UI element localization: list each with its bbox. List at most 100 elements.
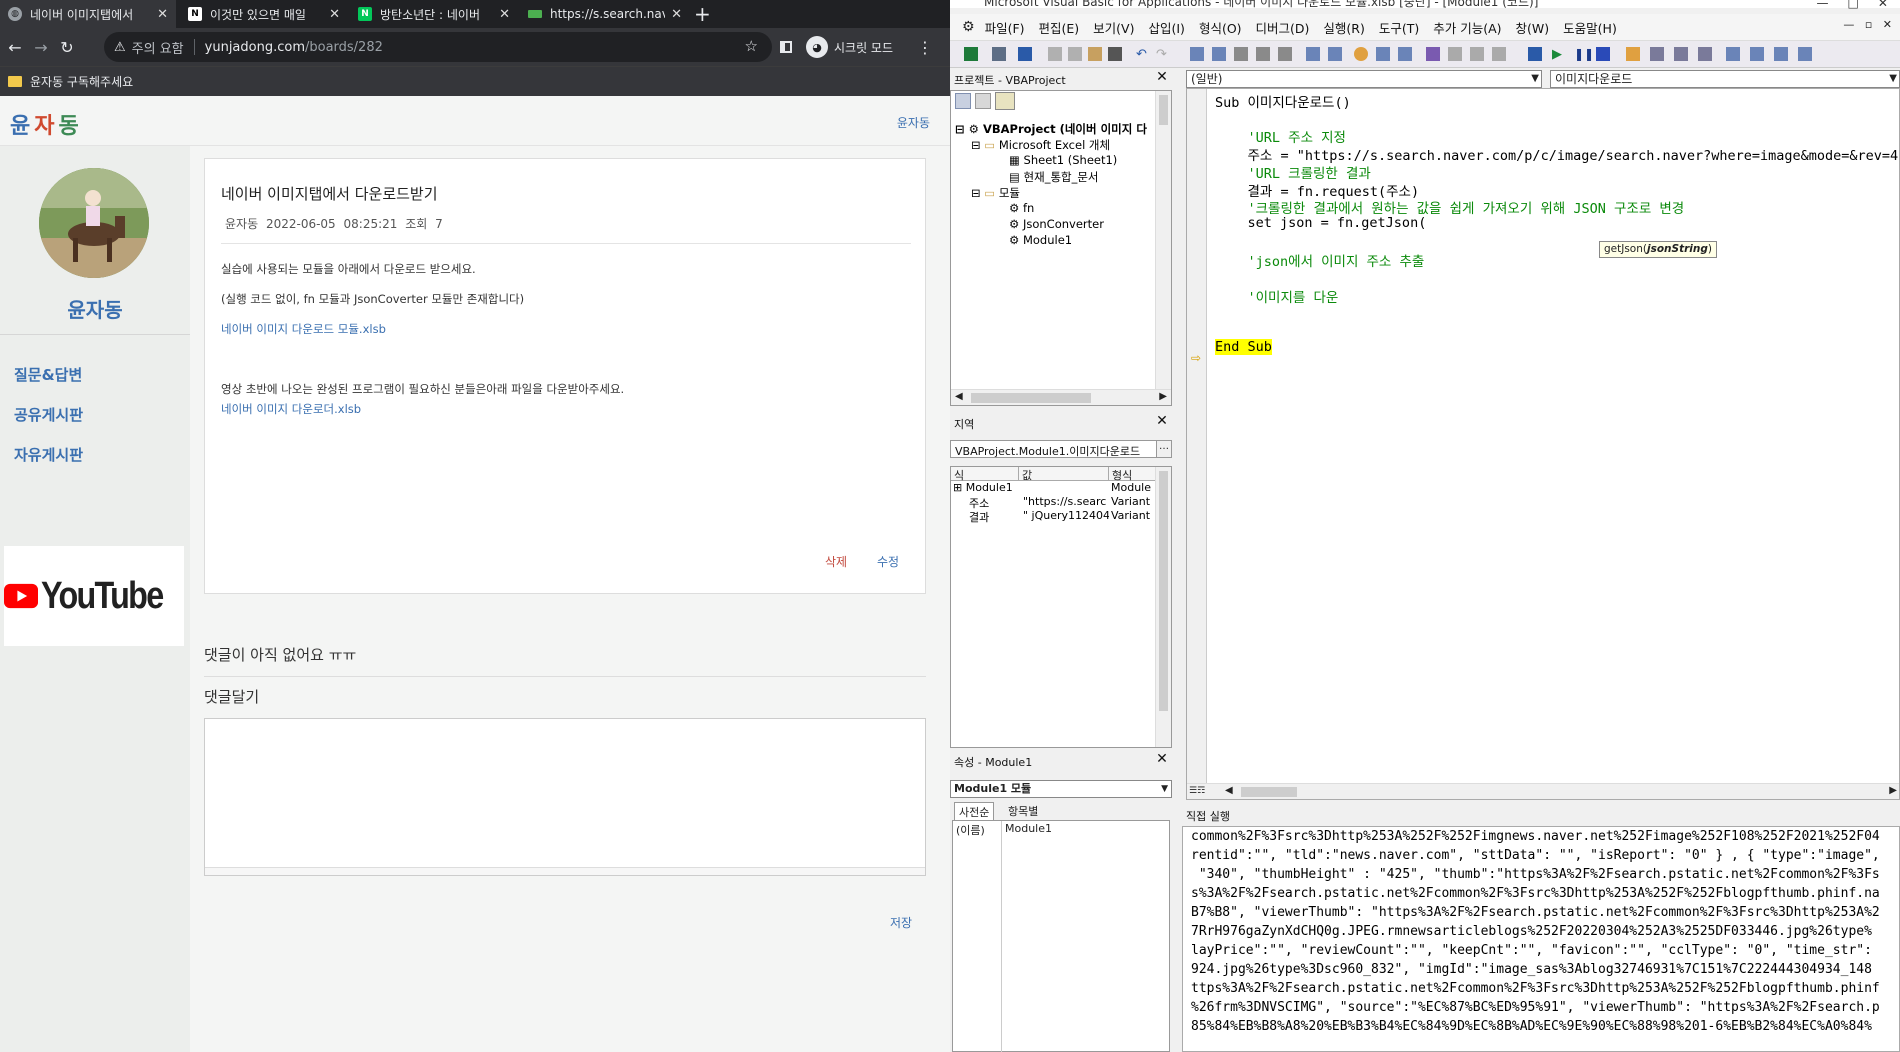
window-controls[interactable]: — □ ✕: [1816, 0, 1888, 10]
vertical-scrollbar[interactable]: [1155, 467, 1171, 747]
scroll-left-icon[interactable]: ◀: [955, 391, 963, 402]
watch-window-icon[interactable]: [1774, 47, 1788, 61]
child-window-controls[interactable]: — ▫ ✕: [1843, 18, 1892, 31]
comment-textarea[interactable]: [204, 718, 926, 876]
sidebar-item-share[interactable]: 공유게시판: [14, 404, 83, 425]
outdent-icon[interactable]: [1212, 47, 1226, 61]
sidebar-item-free[interactable]: 자유게시판: [14, 444, 83, 465]
project-explorer-icon[interactable]: [1698, 47, 1712, 61]
menu-format[interactable]: 형식(O): [1199, 18, 1242, 37]
close-icon[interactable]: ✕: [329, 7, 340, 22]
delete-button[interactable]: 삭제: [825, 553, 847, 570]
stop-icon[interactable]: [1596, 47, 1610, 61]
menu-icon[interactable]: ⋮: [917, 38, 933, 57]
tree-module-fn[interactable]: ⚙ fn: [1009, 201, 1034, 215]
new-tab-icon[interactable]: +: [694, 2, 711, 26]
call-stack-button[interactable]: …: [1156, 440, 1172, 458]
close-icon[interactable]: ✕: [1154, 414, 1170, 430]
menu-insert[interactable]: 삽입(I): [1148, 18, 1184, 37]
scroll-thumb[interactable]: [971, 393, 1091, 403]
menu-run[interactable]: 실행(R): [1323, 18, 1364, 37]
step-over-icon[interactable]: [1398, 47, 1412, 61]
code-editor[interactable]: ⇨ Sub 이미지다운로드() 'URL 주소 지정 주소 = "https:/…: [1186, 88, 1900, 800]
sidebar-item-qna[interactable]: 질문&답변: [14, 364, 82, 385]
reload-icon[interactable]: ↻: [54, 38, 80, 57]
edit-button[interactable]: 수정: [877, 553, 899, 570]
menu-view[interactable]: 보기(V): [1093, 18, 1134, 37]
toolbox-icon[interactable]: [1650, 47, 1664, 61]
menu-edit[interactable]: 편집(E): [1039, 18, 1080, 37]
horizontal-scrollbar[interactable]: ◀ ▶: [951, 389, 1171, 405]
procedure-combo[interactable]: 이미지다운로드 ▼: [1550, 70, 1900, 88]
scroll-thumb[interactable]: [1159, 471, 1168, 711]
save-icon[interactable]: [1018, 47, 1032, 61]
undo-icon[interactable]: ↶: [1136, 47, 1150, 62]
download-link-module[interactable]: 네이버 이미지 다운로드 모듈.xlsb: [221, 321, 386, 337]
uncomment-block-icon[interactable]: [1328, 47, 1342, 61]
tree-module-module1[interactable]: ⚙ Module1: [1009, 233, 1072, 247]
site-logo[interactable]: 윤자동: [10, 108, 83, 140]
close-icon[interactable]: ✕: [1154, 752, 1170, 768]
incognito-indicator[interactable]: ◕ 시크릿 모드: [806, 36, 893, 58]
menu-help[interactable]: 도움말(H): [1563, 18, 1617, 37]
download-link-program[interactable]: 네이버 이미지 다운로더.xlsb: [221, 401, 361, 417]
tree-module-jsonconverter[interactable]: ⚙ JsonConverter: [1009, 217, 1104, 231]
insert-userform-icon[interactable]: [992, 47, 1006, 61]
property-value[interactable]: Module1: [1005, 822, 1052, 835]
tab-1[interactable]: ◍ 네이버 이미지탭에서 ✕: [0, 0, 176, 28]
menu-addins[interactable]: 추가 기능(A): [1433, 18, 1501, 37]
properties-window-icon[interactable]: [1674, 47, 1688, 61]
redo-icon[interactable]: ↷: [1156, 47, 1170, 62]
scroll-thumb[interactable]: [1159, 95, 1168, 125]
save-button[interactable]: 저장: [890, 914, 912, 931]
paste-icon[interactable]: [1088, 47, 1102, 61]
list-members-icon[interactable]: [1234, 47, 1248, 61]
tree-project-root[interactable]: ⊟ ⚙ VBAProject (네이버 이미지 다: [955, 121, 1147, 137]
view-mode-icon[interactable]: ☰☶: [1189, 786, 1205, 796]
scroll-left-icon[interactable]: ◀: [1225, 785, 1233, 796]
sidebar-toggle-icon[interactable]: [780, 41, 792, 53]
back-arrow-icon[interactable]: ←: [2, 38, 28, 57]
locals-row[interactable]: ⊞ Module1: [953, 481, 1013, 494]
excel-icon[interactable]: [964, 47, 978, 61]
tree-workbook[interactable]: ▤ 현재_통합_문서: [1009, 169, 1099, 185]
step-into-icon[interactable]: [1376, 47, 1390, 61]
close-icon[interactable]: ✕: [157, 7, 168, 22]
star-icon[interactable]: ☆: [745, 37, 758, 55]
tree-sheet1[interactable]: ▦ Sheet1 (Sheet1): [1009, 153, 1117, 167]
comment-block-icon[interactable]: [1306, 47, 1320, 61]
view-code-icon[interactable]: [955, 93, 971, 109]
close-icon[interactable]: ✕: [1154, 70, 1170, 86]
scroll-right-icon[interactable]: ▶: [1889, 785, 1897, 796]
resize-handle[interactable]: [205, 867, 925, 875]
toggle-folders-icon[interactable]: [995, 92, 1015, 110]
tab-alphabetic[interactable]: 사전순: [954, 802, 995, 821]
list-constants-icon[interactable]: [1256, 47, 1270, 61]
tree-excel-objects[interactable]: ⊟ ▭ Microsoft Excel 개체: [971, 137, 1110, 153]
menu-debug[interactable]: 디버그(D): [1256, 18, 1310, 37]
immediate-window-icon[interactable]: [1726, 47, 1740, 61]
youtube-banner[interactable]: YouTube: [4, 546, 184, 646]
toggle-breakpoint-icon[interactable]: [1354, 47, 1368, 61]
header-user-link[interactable]: 윤자동: [897, 114, 930, 131]
pause-icon[interactable]: ❚❚: [1574, 47, 1594, 61]
immediate-window[interactable]: common%2F%3Fsrc%3Dhttp%253A%252F%252Fimg…: [1182, 826, 1900, 1052]
bookmark-item[interactable]: 윤자동 구독해주세요: [30, 73, 133, 90]
cut-icon[interactable]: [1048, 47, 1062, 61]
copy-icon[interactable]: [1068, 47, 1082, 61]
tab-categorized[interactable]: 항목별: [1004, 802, 1042, 820]
forward-arrow-icon[interactable]: →: [28, 38, 54, 57]
locals-row[interactable]: 결과: [969, 509, 989, 525]
find-icon[interactable]: [1108, 47, 1122, 61]
properties-object-select[interactable]: Module1 모듈 ▼: [950, 780, 1172, 798]
scroll-thumb[interactable]: [1241, 787, 1297, 797]
quick-info-icon[interactable]: [1278, 47, 1292, 61]
menu-tools[interactable]: 도구(T): [1379, 18, 1419, 37]
design-mode-icon[interactable]: [1528, 47, 1542, 61]
horizontal-scrollbar[interactable]: ☰☶ ◀ ▶: [1187, 783, 1899, 799]
close-icon[interactable]: ✕: [499, 7, 510, 22]
next-bookmark-icon[interactable]: [1448, 47, 1462, 61]
vertical-scrollbar[interactable]: [1155, 91, 1171, 389]
call-stack-icon[interactable]: [1798, 47, 1812, 61]
indent-icon[interactable]: [1190, 47, 1204, 61]
